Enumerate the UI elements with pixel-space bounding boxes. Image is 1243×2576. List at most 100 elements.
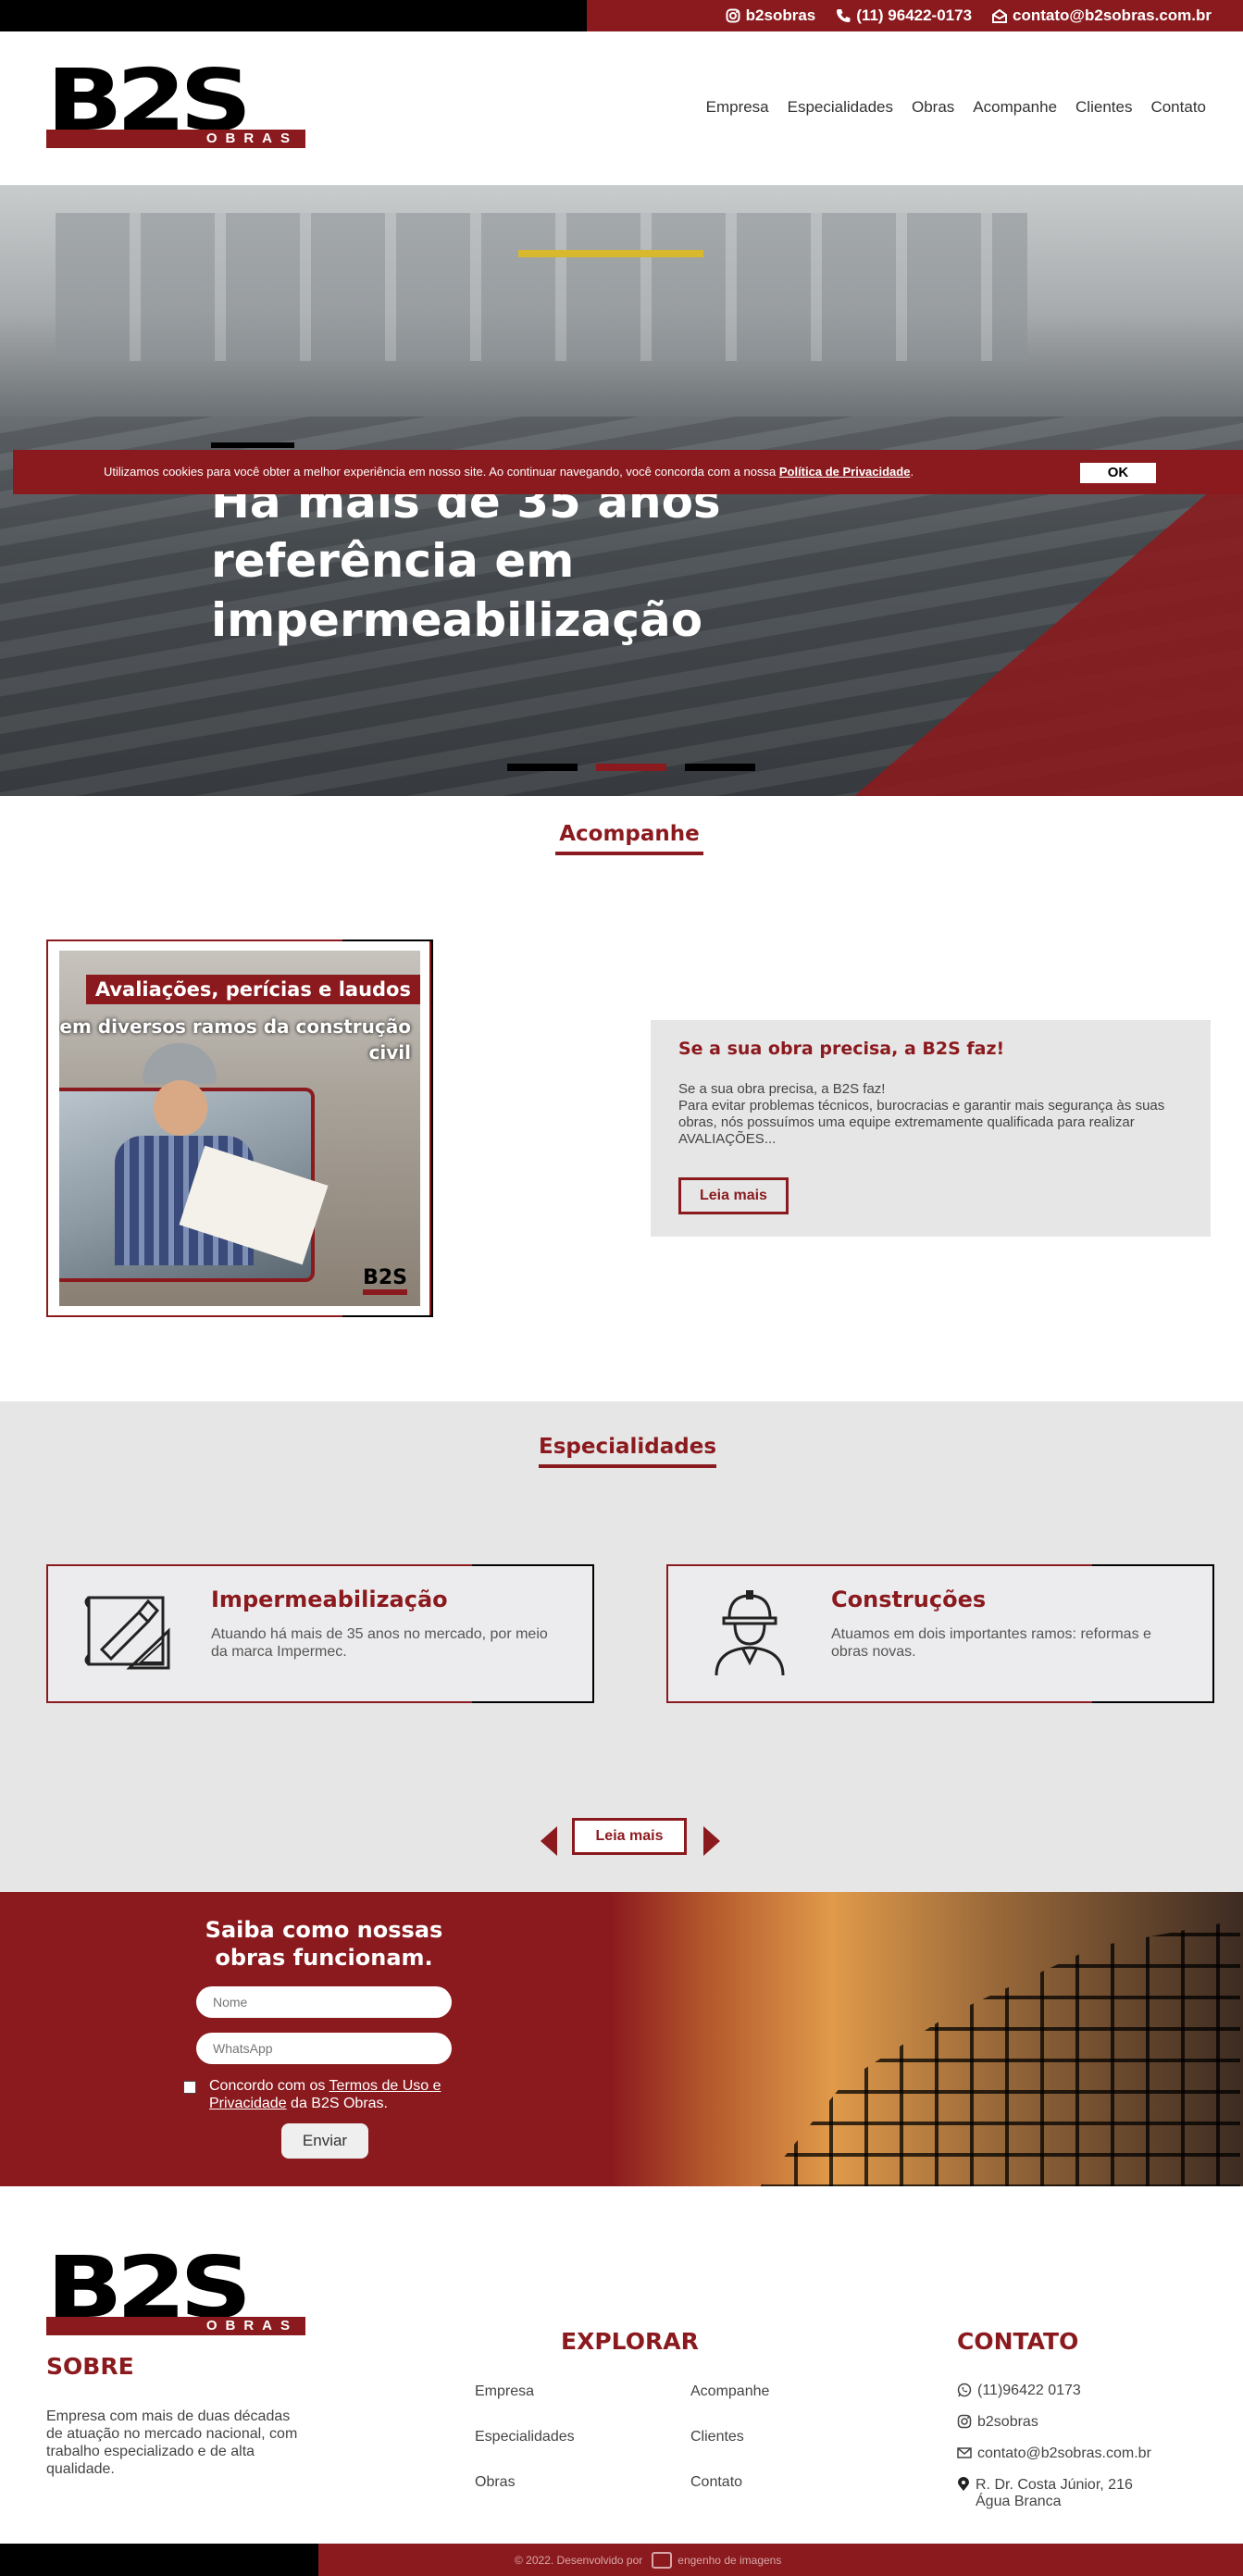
map-pin-icon [958,2477,969,2491]
nav-item-obras[interactable]: Obras [912,98,954,117]
footer-instagram-text: b2sobras [977,2414,1038,2430]
bottom-bar: © 2022. Desenvolvido por engenho de imag… [0,2544,1243,2576]
footer-link-especialidades[interactable]: Especialidades [475,2429,575,2445]
carousel-prev-arrow[interactable] [541,1826,557,1856]
footer-address: R. Dr. Costa Júnior, 216 Água Branca [957,2477,1133,2510]
footer-logo[interactable]: B2S OBRAS [46,2246,305,2335]
post-image-frame[interactable]: Avaliações, perícias e laudos em diverso… [46,940,433,1317]
terms-post: da B2S Obras. [286,2096,388,2111]
footer-sobre-text: Empresa com mais de duas décadas de atua… [46,2408,298,2477]
hero-headline: Há mais de 35 anos referência em imperme… [211,475,721,647]
image-banner-subtitle: em diversos ramos da construção civil [59,1015,411,1064]
slider-dot-3[interactable] [685,764,755,771]
cookie-text-end: . [910,465,914,479]
card-title: Impermeabilização [211,1587,448,1612]
footer-link-contato[interactable]: Contato [690,2474,742,2491]
terms-pre: Concordo com os [209,2078,329,2094]
top-contact-bar: b2sobras (11) 96422-0173 contato@b2sobra… [587,0,1243,31]
main-nav: Empresa Especialidades Obras Acompanhe C… [706,98,1206,117]
cookie-text: Utilizamos cookies para você obter a mel… [104,465,779,479]
footer-link-clientes[interactable]: Clientes [690,2429,744,2445]
card-text: Atuamos em dois importantes ramos: refor… [831,1626,1151,1660]
especialidades-read-more-button[interactable]: Leia mais [572,1818,687,1855]
name-input[interactable] [196,1986,452,2018]
post-image: Avaliações, perícias e laudos em diverso… [59,951,420,1306]
developer-name: engenho de imagens [677,2553,782,2567]
card-title: Construções [831,1587,987,1612]
instagram-icon [957,2414,972,2429]
credit-text: © 2022. Desenvolvido por [515,2553,643,2567]
especialidades-title-text: Especialidades [539,1435,717,1459]
top-email-link[interactable]: contato@b2sobras.com.br [992,6,1212,25]
footer-link-acompanhe[interactable]: Acompanhe [690,2383,769,2400]
footer-sobre-title: SOBRE [46,2353,134,2380]
card-text: Atuando há mais de 35 anos no mercado, p… [211,1626,548,1660]
footer-address-block: R. Dr. Costa Júnior, 216 Água Branca [976,2477,1133,2510]
hero-background-windows [56,213,1027,361]
worker-face-shape [154,1080,207,1136]
submit-button[interactable]: Enviar [281,2123,368,2159]
slider-dot-1[interactable] [507,764,578,771]
footer-logo-sub-text: OBRAS [46,2317,305,2335]
footer-instagram[interactable]: b2sobras [957,2414,1038,2431]
site-header: B2S OBRAS Empresa Especialidades Obras A… [0,31,1243,185]
footer-whatsapp[interactable]: (11)96422 0173 [957,2383,1081,2399]
specialty-card-impermeabilizacao[interactable]: Impermeabilização Atuando há mais de 35 … [46,1564,594,1703]
cookie-message: Utilizamos cookies para você obter a mel… [104,465,914,479]
hero-red-triangle [854,463,1243,796]
hero-background-railing [518,250,703,257]
worker-icon [715,1590,785,1676]
logo-sub-text: OBRAS [46,130,305,148]
footer-email-text: contato@b2sobras.com.br [977,2445,1151,2461]
nav-item-acompanhe[interactable]: Acompanhe [973,98,1057,117]
footer-link-empresa[interactable]: Empresa [475,2383,534,2400]
specialty-card-construcoes[interactable]: Construções Atuamos em dois importantes … [666,1564,1214,1703]
site-logo[interactable]: B2S OBRAS [46,58,305,154]
carousel-next-arrow[interactable] [703,1826,720,1856]
acompanhe-title: Acompanhe [555,822,703,855]
nav-item-empresa[interactable]: Empresa [706,98,769,117]
privacy-policy-link[interactable]: Política de Privacidade [779,465,911,479]
cta-title: Saiba como nossas obras funcionam. [205,1917,443,1971]
top-email-text: contato@b2sobras.com.br [1013,6,1212,24]
acompanhe-title-text: Acompanhe [559,822,700,846]
cookie-ok-button[interactable]: OK [1080,463,1156,483]
developer-link[interactable]: engenho de imagens [652,2551,782,2569]
footer-address-line1: R. Dr. Costa Júnior, 216 [976,2477,1133,2493]
top-phone-link[interactable]: (11) 96422-0173 [836,6,972,25]
engenho-logo-icon [652,2551,673,2569]
footer-whatsapp-text: (11)96422 0173 [977,2383,1081,2398]
terms-checkbox[interactable] [183,2081,196,2094]
nav-item-clientes[interactable]: Clientes [1075,98,1132,117]
especialidades-title: Especialidades [539,1435,716,1468]
whatsapp-input[interactable] [196,2033,452,2064]
contact-cta-section: Saiba como nossas obras funcionam. Conco… [0,1892,1243,2186]
footer-link-obras[interactable]: Obras [475,2474,516,2491]
title-underline [555,852,703,855]
phone-icon [837,9,851,22]
footer-contato-title: CONTATO [957,2328,1079,2355]
top-bar: b2sobras (11) 96422-0173 contato@b2sobra… [0,0,1243,31]
envelope-icon [957,2447,972,2458]
nav-item-especialidades[interactable]: Especialidades [788,98,893,117]
credits-bar: © 2022. Desenvolvido por engenho de imag… [318,2544,1243,2576]
footer-logo-main-text: B2S [46,2238,252,2337]
envelope-open-icon [992,8,1008,23]
post-excerpt: Se a sua obra precisa, a B2S faz! Para e… [678,1081,1165,1147]
slider-dots [507,764,755,771]
image-mini-logo-text: B2S [363,1266,407,1289]
top-instagram-text: b2sobras [745,6,816,24]
post-read-more-button[interactable]: Leia mais [678,1177,789,1214]
nav-item-contato[interactable]: Contato [1150,98,1206,117]
mini-logo-bar [363,1289,407,1295]
cookie-banner: Utilizamos cookies para você obter a mel… [13,450,1243,494]
top-phone-text: (11) 96422-0173 [856,6,973,24]
footer-explorar-title: EXPLORAR [561,2328,699,2355]
post-title[interactable]: Se a sua obra precisa, a B2S faz! [678,1039,1183,1059]
footer-email[interactable]: contato@b2sobras.com.br [957,2445,1151,2462]
blueprint-icon [84,1596,170,1670]
slider-dot-2[interactable] [596,764,666,771]
top-instagram-link[interactable]: b2sobras [726,6,816,25]
hero-accent-bar [211,442,294,448]
instagram-icon [726,8,740,23]
